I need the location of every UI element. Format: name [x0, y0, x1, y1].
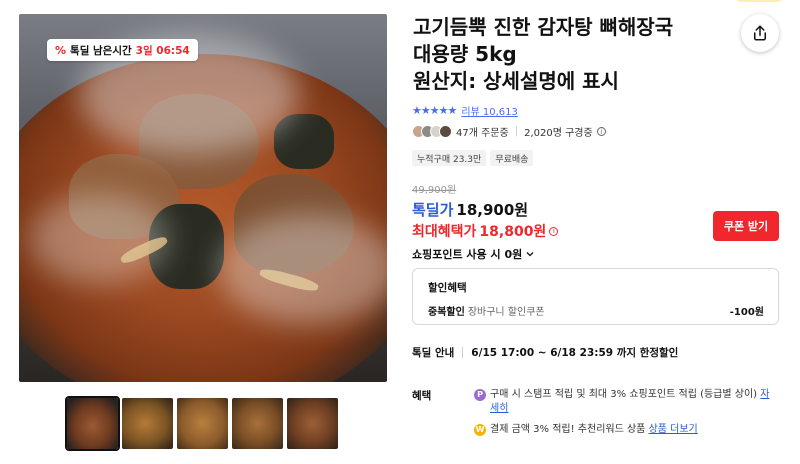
share-button[interactable] — [741, 14, 779, 52]
thumbnail-2[interactable] — [122, 398, 173, 449]
rating-row: ★★★★★ 리뷰 10,613 — [412, 103, 518, 118]
perk-item-stamp: P 구매 시 스탬프 적립 및 최대 3% 쇼핑포인트 적립 (등급별 상이) … — [474, 388, 774, 416]
orders-count: 47개 주문중 — [456, 128, 509, 139]
benefit-item: 중복할인 장바구니 할인쿠폰 — [428, 303, 545, 318]
deal-info-label: 톡딜 안내 — [412, 347, 455, 359]
perk-text: 결제 금액 3% 적립! 추천리워드 상품 상품 더보기 — [490, 423, 698, 437]
benefit-item-sub: 장바구니 할인쿠폰 — [467, 307, 545, 318]
chevron-down-icon — [526, 252, 534, 257]
perk-item-reward: W 결제 금액 3% 적립! 추천리워드 상품 상품 더보기 — [474, 423, 774, 437]
points-dropdown[interactable]: 쇼핑포인트 사용 시 0원 — [412, 246, 535, 262]
deal-price-label: 톡딜가 — [412, 201, 454, 219]
benefit-amount: -100원 — [729, 307, 764, 318]
benefit-title: 할인혜택 — [428, 282, 467, 294]
share-icon — [754, 25, 766, 41]
perk-text-body: 구매 시 스탬프 적립 및 최대 3% 쇼핑포인트 적립 (등급별 상이) — [490, 389, 758, 400]
more-products-link[interactable]: 상품 더보기 — [649, 424, 698, 435]
perks-label: 혜택 — [412, 390, 432, 402]
perk-text-body: 결제 금액 3% 적립! 추천리워드 상품 — [490, 424, 646, 435]
thumbnail-1[interactable] — [65, 396, 120, 451]
title-line: 원산지: 상세설명에 표시 — [413, 69, 619, 93]
timer-label: 톡딜 남은시간 — [70, 44, 132, 57]
max-benefit-price: 18,800원 — [479, 224, 547, 240]
deal-period: 6/15 17:00 ~ 6/18 23:59 까지 한정할인 — [471, 347, 679, 359]
viewers-count: 2,020명 구경중 — [524, 128, 593, 139]
thumbnail-5[interactable] — [287, 398, 338, 449]
max-benefit-label: 최대혜택가 — [412, 224, 477, 240]
deal-price-value: 18,900원 — [456, 201, 529, 219]
steam — [29, 194, 169, 284]
tag-cumulative: 누적구매 23.3만 — [412, 150, 487, 166]
separator: | — [514, 126, 519, 137]
deal-price-row: 톡딜가 18,900원 — [412, 199, 528, 220]
percent-icon: % — [55, 43, 67, 57]
title-line: 대용량 5kg — [413, 42, 517, 66]
buyer-avatars — [412, 125, 452, 138]
steam — [219, 214, 387, 324]
deal-timer-badge: % 톡딜 남은시간 3일 06:54 — [47, 39, 198, 61]
original-price: 49,900원 — [412, 185, 457, 196]
point-icon: P — [474, 389, 486, 401]
avatar — [439, 125, 452, 138]
points-label: 쇼핑포인트 사용 시 0원 — [412, 248, 523, 261]
title-line: 고기듬뿍 진한 감자탕 뼈해장국 — [413, 15, 674, 39]
star-rating-icon: ★★★★★ — [412, 104, 457, 117]
top-pill — [735, 0, 783, 2]
tag-free-shipping: 무료배송 — [490, 150, 534, 166]
review-link[interactable]: 리뷰 10,613 — [461, 103, 518, 118]
product-main-image[interactable]: % 톡딜 남은시간 3일 06:54 — [19, 14, 387, 382]
info-icon[interactable]: i — [596, 127, 606, 136]
coupon-button[interactable]: 쿠폰 받기 — [713, 211, 779, 241]
discount-benefit-box: 할인혜택 중복할인 장바구니 할인쿠폰 -100원 — [412, 268, 779, 325]
max-benefit-row: 최대혜택가 18,800원 i — [412, 221, 559, 241]
thumbnail-4[interactable] — [232, 398, 283, 449]
perk-text: 구매 시 스탬프 적립 및 최대 3% 쇼핑포인트 적립 (등급별 상이) 자세… — [490, 388, 774, 416]
thumbnail-3[interactable] — [177, 398, 228, 449]
reward-icon: W — [474, 424, 486, 436]
product-title: 고기듬뿍 진한 감자탕 뼈해장국 대용량 5kg 원산지: 상세설명에 표시 — [413, 14, 733, 95]
timer-value: 3일 06:54 — [135, 44, 190, 57]
tag-list: 누적구매 23.3만 무료배송 — [412, 150, 534, 166]
thumbnail-strip — [65, 396, 338, 451]
info-icon[interactable]: i — [549, 226, 559, 236]
divider — [462, 347, 464, 358]
buyers-row: 47개 주문중 | 2,020명 구경중 i — [412, 124, 606, 139]
deal-info: 톡딜 안내 6/15 17:00 ~ 6/18 23:59 까지 한정할인 — [412, 345, 678, 360]
benefit-item-label: 중복할인 — [428, 307, 465, 318]
